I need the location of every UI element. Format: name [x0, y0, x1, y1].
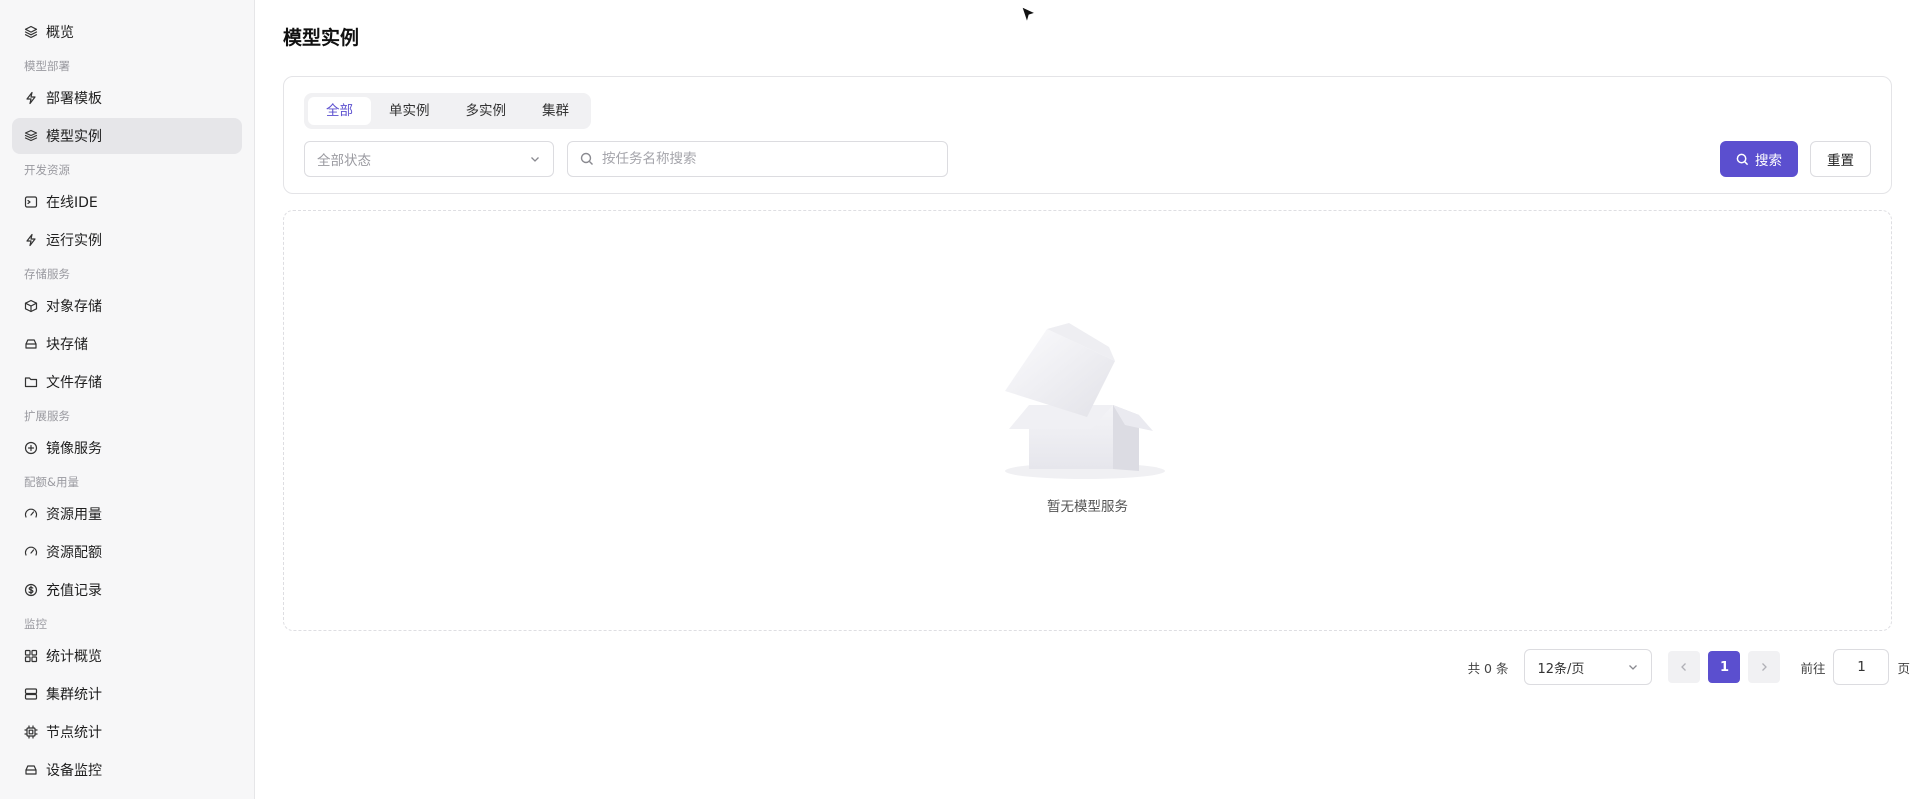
- instance-type-tabs: 全部 单实例 多实例 集群: [304, 93, 591, 129]
- empty-state-panel: 暂无模型服务: [283, 210, 1892, 631]
- gauge-icon: [24, 507, 38, 521]
- sidebar-item-online-ide[interactable]: 在线IDE: [12, 184, 242, 220]
- chevron-down-icon: [531, 157, 539, 162]
- sidebar-item-object-storage[interactable]: 对象存储: [12, 288, 242, 324]
- sidebar-item-model-instance[interactable]: 模型实例: [12, 118, 242, 154]
- sidebar-item-block-storage[interactable]: 块存储: [12, 326, 242, 362]
- tab-all[interactable]: 全部: [308, 97, 371, 125]
- sidebar-item-label: 对象存储: [46, 299, 102, 315]
- tab-multi-instance[interactable]: 多实例: [448, 97, 525, 125]
- sidebar-group-label: 监控: [24, 617, 47, 631]
- sidebar-item-cluster-stats[interactable]: 集群统计: [12, 676, 242, 712]
- filter-card: 全部单实例多实例集群 全部状态 搜索 重置: [283, 76, 1892, 194]
- grid-icon: [24, 649, 38, 663]
- search-button[interactable]: 搜索: [1720, 141, 1798, 177]
- tab-single-instance[interactable]: 单实例: [371, 97, 448, 125]
- sidebar: 概览模型部署部署模板模型实例开发资源在线IDE 运行实例存储服务对象存储块存储文件…: [0, 0, 255, 799]
- plus-circle-icon: [24, 441, 38, 455]
- search-icon: [580, 152, 593, 165]
- prev-page-button[interactable]: [1668, 651, 1701, 683]
- sidebar-item-label: 资源配额: [46, 545, 102, 561]
- page-size-select[interactable]: 12条/页: [1524, 649, 1653, 685]
- sidebar-item-label: 模型实例: [46, 129, 102, 145]
- layers-icon: [24, 25, 38, 39]
- lightning-icon: [24, 91, 38, 105]
- sidebar-item-image-service[interactable]: 镜像服务: [12, 430, 242, 466]
- sidebar-item-label: 统计概览: [46, 649, 102, 665]
- chevron-left-icon: [1681, 663, 1687, 671]
- gauge-icon: [24, 545, 38, 559]
- page-size-value: 12条/页: [1537, 661, 1585, 677]
- sidebar-group-label: 扩展服务: [24, 409, 70, 423]
- search-button-label: 搜索: [1755, 153, 1782, 169]
- goto-label: 前往: [1800, 660, 1826, 676]
- sidebar-group-label: 开发资源: [24, 163, 70, 177]
- hard-drive-icon: [24, 337, 38, 351]
- goto-page-input[interactable]: [1833, 649, 1890, 685]
- reset-button[interactable]: 重置: [1810, 141, 1871, 177]
- sidebar-item-label: 文件存储: [46, 375, 102, 391]
- sidebar-item-label: 块存储: [46, 337, 88, 353]
- sidebar-item-run-instance[interactable]: 运行实例: [12, 222, 242, 258]
- pagination-total: 共 0 条: [1467, 660, 1509, 676]
- folder-icon: [24, 375, 38, 389]
- empty-box-illustration: [1004, 323, 1165, 479]
- sidebar-item-label: 运行实例: [46, 233, 102, 249]
- box-icon: [24, 299, 38, 313]
- cpu-icon: [24, 725, 38, 739]
- search-icon: [1736, 153, 1749, 165]
- sidebar-item-label: 集群统计: [46, 687, 102, 703]
- app-root: 概览 模型部署 部署模板 模型实例 开发资源 在线IDE 运行实例 存储服务 对象存储 块存储 文件…: [0, 0, 1920, 799]
- chevron-down-icon: [1629, 665, 1638, 670]
- sidebar-item-file-storage[interactable]: 文件存储: [12, 364, 242, 400]
- sidebar-item-node-stats[interactable]: 节点统计: [12, 714, 242, 750]
- sidebar-group-label: 配额&用量: [24, 475, 79, 489]
- terminal-icon: [24, 195, 38, 209]
- sidebar-item-label: 部署模板: [46, 91, 102, 107]
- sidebar-item-stats-overview[interactable]: 统计概览: [12, 638, 242, 674]
- empty-state-text: 暂无模型服务: [1047, 499, 1128, 515]
- sidebar-item-label: 设备监控: [46, 763, 102, 779]
- chevron-right-icon: [1762, 663, 1768, 671]
- sidebar-item-device-monitor[interactable]: 设备监控: [12, 752, 242, 788]
- sidebar-item-deploy-template[interactable]: 部署模板: [12, 80, 242, 116]
- main-content: 模型实例 全部单实例多实例集群 全部状态 搜索 重置: [255, 0, 1920, 799]
- sidebar-item-resource-usage[interactable]: 资源用量: [12, 496, 242, 532]
- action-buttons: 搜索 重置: [1720, 141, 1871, 177]
- search-input[interactable]: [602, 151, 935, 167]
- sidebar-item-label: 概览: [46, 25, 74, 41]
- hard-drive-icon: [24, 763, 38, 777]
- sidebar-item-resource-quota[interactable]: 资源配额: [12, 534, 242, 570]
- cube-stack-icon: [24, 129, 38, 143]
- status-select-value: 全部状态: [317, 153, 371, 169]
- reset-button-label: 重置: [1827, 153, 1854, 169]
- dollar-circle-icon: [24, 583, 38, 597]
- search-input-wrapper: [567, 141, 948, 177]
- sidebar-item-overview[interactable]: 概览: [12, 14, 242, 50]
- tab-cluster[interactable]: 集群: [524, 97, 587, 125]
- filter-row: 全部状态: [304, 141, 1871, 177]
- sidebar-group-label: 模型部署: [24, 59, 70, 73]
- status-select[interactable]: 全部状态: [304, 141, 554, 177]
- sidebar-item-recharge-records[interactable]: 充值记录: [12, 572, 242, 608]
- sidebar-item-label: 节点统计: [46, 725, 102, 741]
- mouse-cursor-icon: [1021, 6, 1037, 24]
- sidebar-item-label: 在线IDE: [46, 195, 98, 211]
- page-title: 模型实例: [283, 27, 360, 49]
- sidebar-group-label: 存储服务: [24, 267, 70, 281]
- next-page-button[interactable]: [1748, 651, 1781, 683]
- sidebar-item-label: 镜像服务: [46, 441, 102, 457]
- goto-suffix: 页: [1897, 660, 1910, 676]
- server-icon: [24, 687, 38, 701]
- sidebar-item-label: 充值记录: [46, 583, 102, 599]
- pagination: 共 0 条 12条/页 1 前往 页: [283, 649, 1910, 685]
- sidebar-item-label: 资源用量: [46, 507, 102, 523]
- page-number-current[interactable]: 1: [1708, 651, 1741, 683]
- lightning-icon: [24, 233, 38, 247]
